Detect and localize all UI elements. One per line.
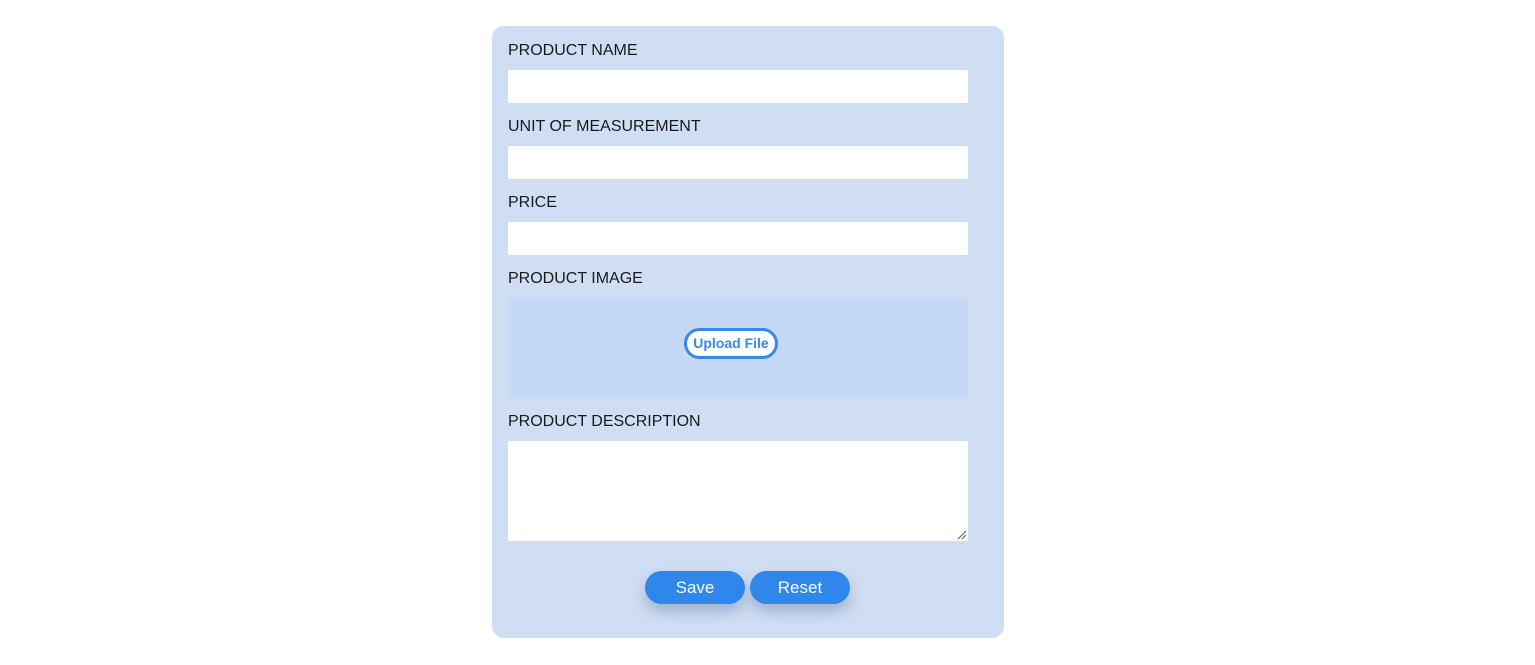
product-image-label: PRODUCT IMAGE bbox=[508, 270, 643, 287]
product-description-textarea[interactable] bbox=[508, 441, 968, 541]
resize-grip-icon[interactable] bbox=[956, 529, 967, 540]
save-button[interactable]: Save bbox=[645, 571, 745, 604]
price-label: PRICE bbox=[508, 194, 557, 211]
unit-of-measurement-label: UNIT OF MEASUREMENT bbox=[508, 118, 701, 135]
product-form: PRODUCT NAME UNIT OF MEASUREMENT PRICE P… bbox=[492, 26, 1004, 638]
unit-of-measurement-input[interactable] bbox=[508, 146, 968, 179]
reset-button[interactable]: Reset bbox=[750, 571, 850, 604]
product-name-input[interactable] bbox=[508, 70, 968, 103]
product-description-label: PRODUCT DESCRIPTION bbox=[508, 413, 701, 430]
image-upload-dropzone[interactable]: Upload File bbox=[508, 298, 968, 398]
upload-file-button[interactable]: Upload File bbox=[684, 328, 778, 359]
product-name-label: PRODUCT NAME bbox=[508, 42, 638, 59]
price-input[interactable] bbox=[508, 222, 968, 255]
